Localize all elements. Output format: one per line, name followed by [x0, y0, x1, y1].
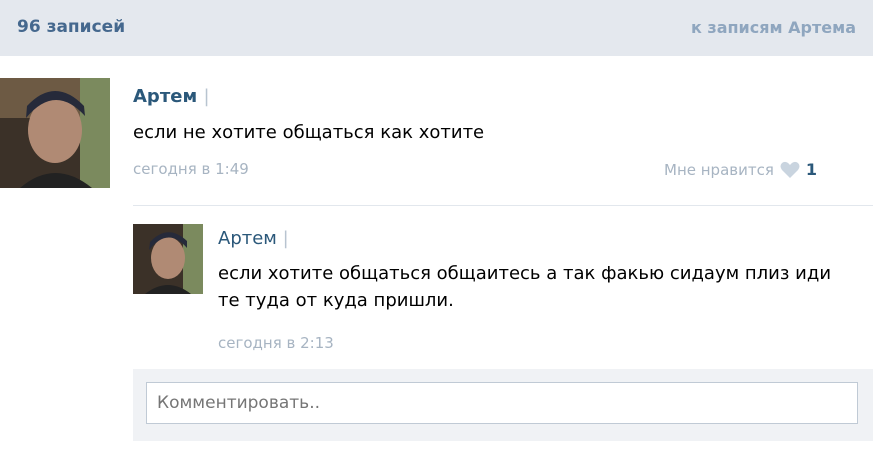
back-to-posts-link[interactable]: к записям Артема: [691, 18, 856, 37]
avatar-photo: [133, 224, 203, 294]
like-button[interactable]: Мне нравится 1: [664, 160, 817, 179]
avatar[interactable]: [0, 78, 110, 188]
reply-avatar[interactable]: [133, 224, 203, 294]
like-label: Мне нравится: [664, 160, 774, 179]
divider: [133, 205, 873, 206]
posts-count: 96 записей: [17, 17, 126, 37]
reply-author[interactable]: Артем |: [218, 228, 289, 249]
reply-text: если хотите общаться общаитесь а так фак…: [218, 263, 832, 311]
comment-input[interactable]: [146, 382, 858, 424]
heart-icon: [780, 161, 800, 178]
reply-time[interactable]: сегодня в 2:13: [218, 334, 334, 352]
top-bar: 96 записей к записям Артема: [0, 0, 873, 56]
like-count: 1: [805, 160, 818, 179]
post-text: если не хотите общаться как хотите: [133, 122, 485, 143]
post-author[interactable]: Артем |: [133, 86, 210, 107]
post-time[interactable]: сегодня в 1:49: [133, 160, 249, 178]
avatar-photo: [0, 78, 110, 188]
